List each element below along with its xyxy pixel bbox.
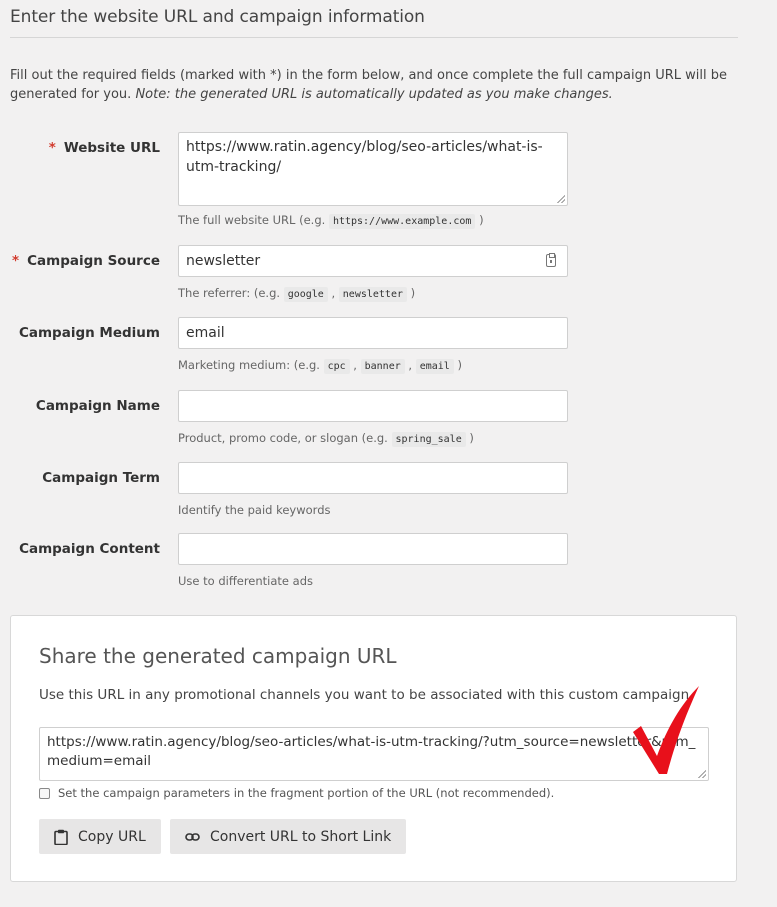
field-label-campaign-medium: Campaign Medium (18, 325, 160, 341)
intro-note: Note: the generated URL is automatically… (135, 87, 613, 102)
campaign-source-input[interactable]: newsletter (178, 245, 568, 277)
convert-short-link-button[interactable]: Convert URL to Short Link (170, 819, 407, 854)
field-label-campaign-name: Campaign Name (35, 398, 160, 414)
example-code: newsletter (338, 287, 407, 302)
example-code: google (283, 287, 328, 302)
website-url-input[interactable]: https://www.ratin.agency/blog/seo-articl… (178, 132, 568, 206)
example-code: cpc (323, 359, 350, 374)
campaign-source-help: The referrer: (e.g. google , newsletter … (178, 286, 416, 302)
fragment-option: Set the campaign parameters in the fragm… (39, 786, 554, 800)
header-title: Enter the website URL and campaign infor… (10, 7, 425, 27)
copy-url-button[interactable]: Copy URL (39, 819, 161, 854)
example-code: https://www.example.com (328, 214, 476, 229)
campaign-term-help: Identify the paid keywords (178, 503, 331, 517)
example-code: email (415, 359, 454, 374)
fragment-checkbox[interactable] (39, 787, 50, 799)
field-label-campaign-term: Campaign Term (42, 470, 160, 486)
convert-short-link-label: Convert URL to Short Link (210, 828, 392, 845)
required-marker: * (12, 253, 20, 269)
share-card: Share the generated campaign URL Use thi… (10, 615, 737, 882)
share-title: Share the generated campaign URL (39, 644, 397, 668)
link-icon (185, 832, 200, 842)
website-url-help: The full website URL (e.g. https://www.e… (178, 213, 484, 229)
field-label-campaign-content: Campaign Content (19, 541, 160, 557)
example-code: spring_sale (391, 432, 466, 447)
autofill-icon[interactable] (546, 253, 556, 267)
campaign-content-input[interactable] (178, 533, 568, 565)
intro-text: Fill out the required fields (marked wit… (10, 66, 750, 104)
campaign-medium-help: Marketing medium: (e.g. cpc , banner , e… (178, 358, 462, 374)
campaign-name-help: Product, promo code, or slogan (e.g. spr… (178, 431, 474, 447)
checkmark-icon (633, 686, 699, 774)
campaign-medium-input[interactable]: email (178, 317, 568, 349)
share-description: Use this URL in any promotional channels… (39, 687, 690, 703)
clipboard-icon (54, 829, 68, 845)
fragment-label: Set the campaign parameters in the fragm… (58, 786, 555, 800)
example-code: banner (360, 359, 405, 374)
generated-url-field[interactable]: https://www.ratin.agency/blog/seo-articl… (39, 727, 709, 781)
header-divider (10, 37, 738, 38)
required-marker: * (48, 140, 56, 156)
campaign-term-input[interactable] (178, 462, 568, 494)
campaign-name-input[interactable] (178, 390, 568, 422)
field-label-campaign-source: * Campaign Source (12, 253, 160, 269)
copy-url-label: Copy URL (78, 828, 146, 845)
campaign-content-help: Use to differentiate ads (178, 574, 314, 588)
field-label-website-url: * Website URL (48, 140, 160, 156)
resize-grip[interactable] (557, 195, 565, 203)
